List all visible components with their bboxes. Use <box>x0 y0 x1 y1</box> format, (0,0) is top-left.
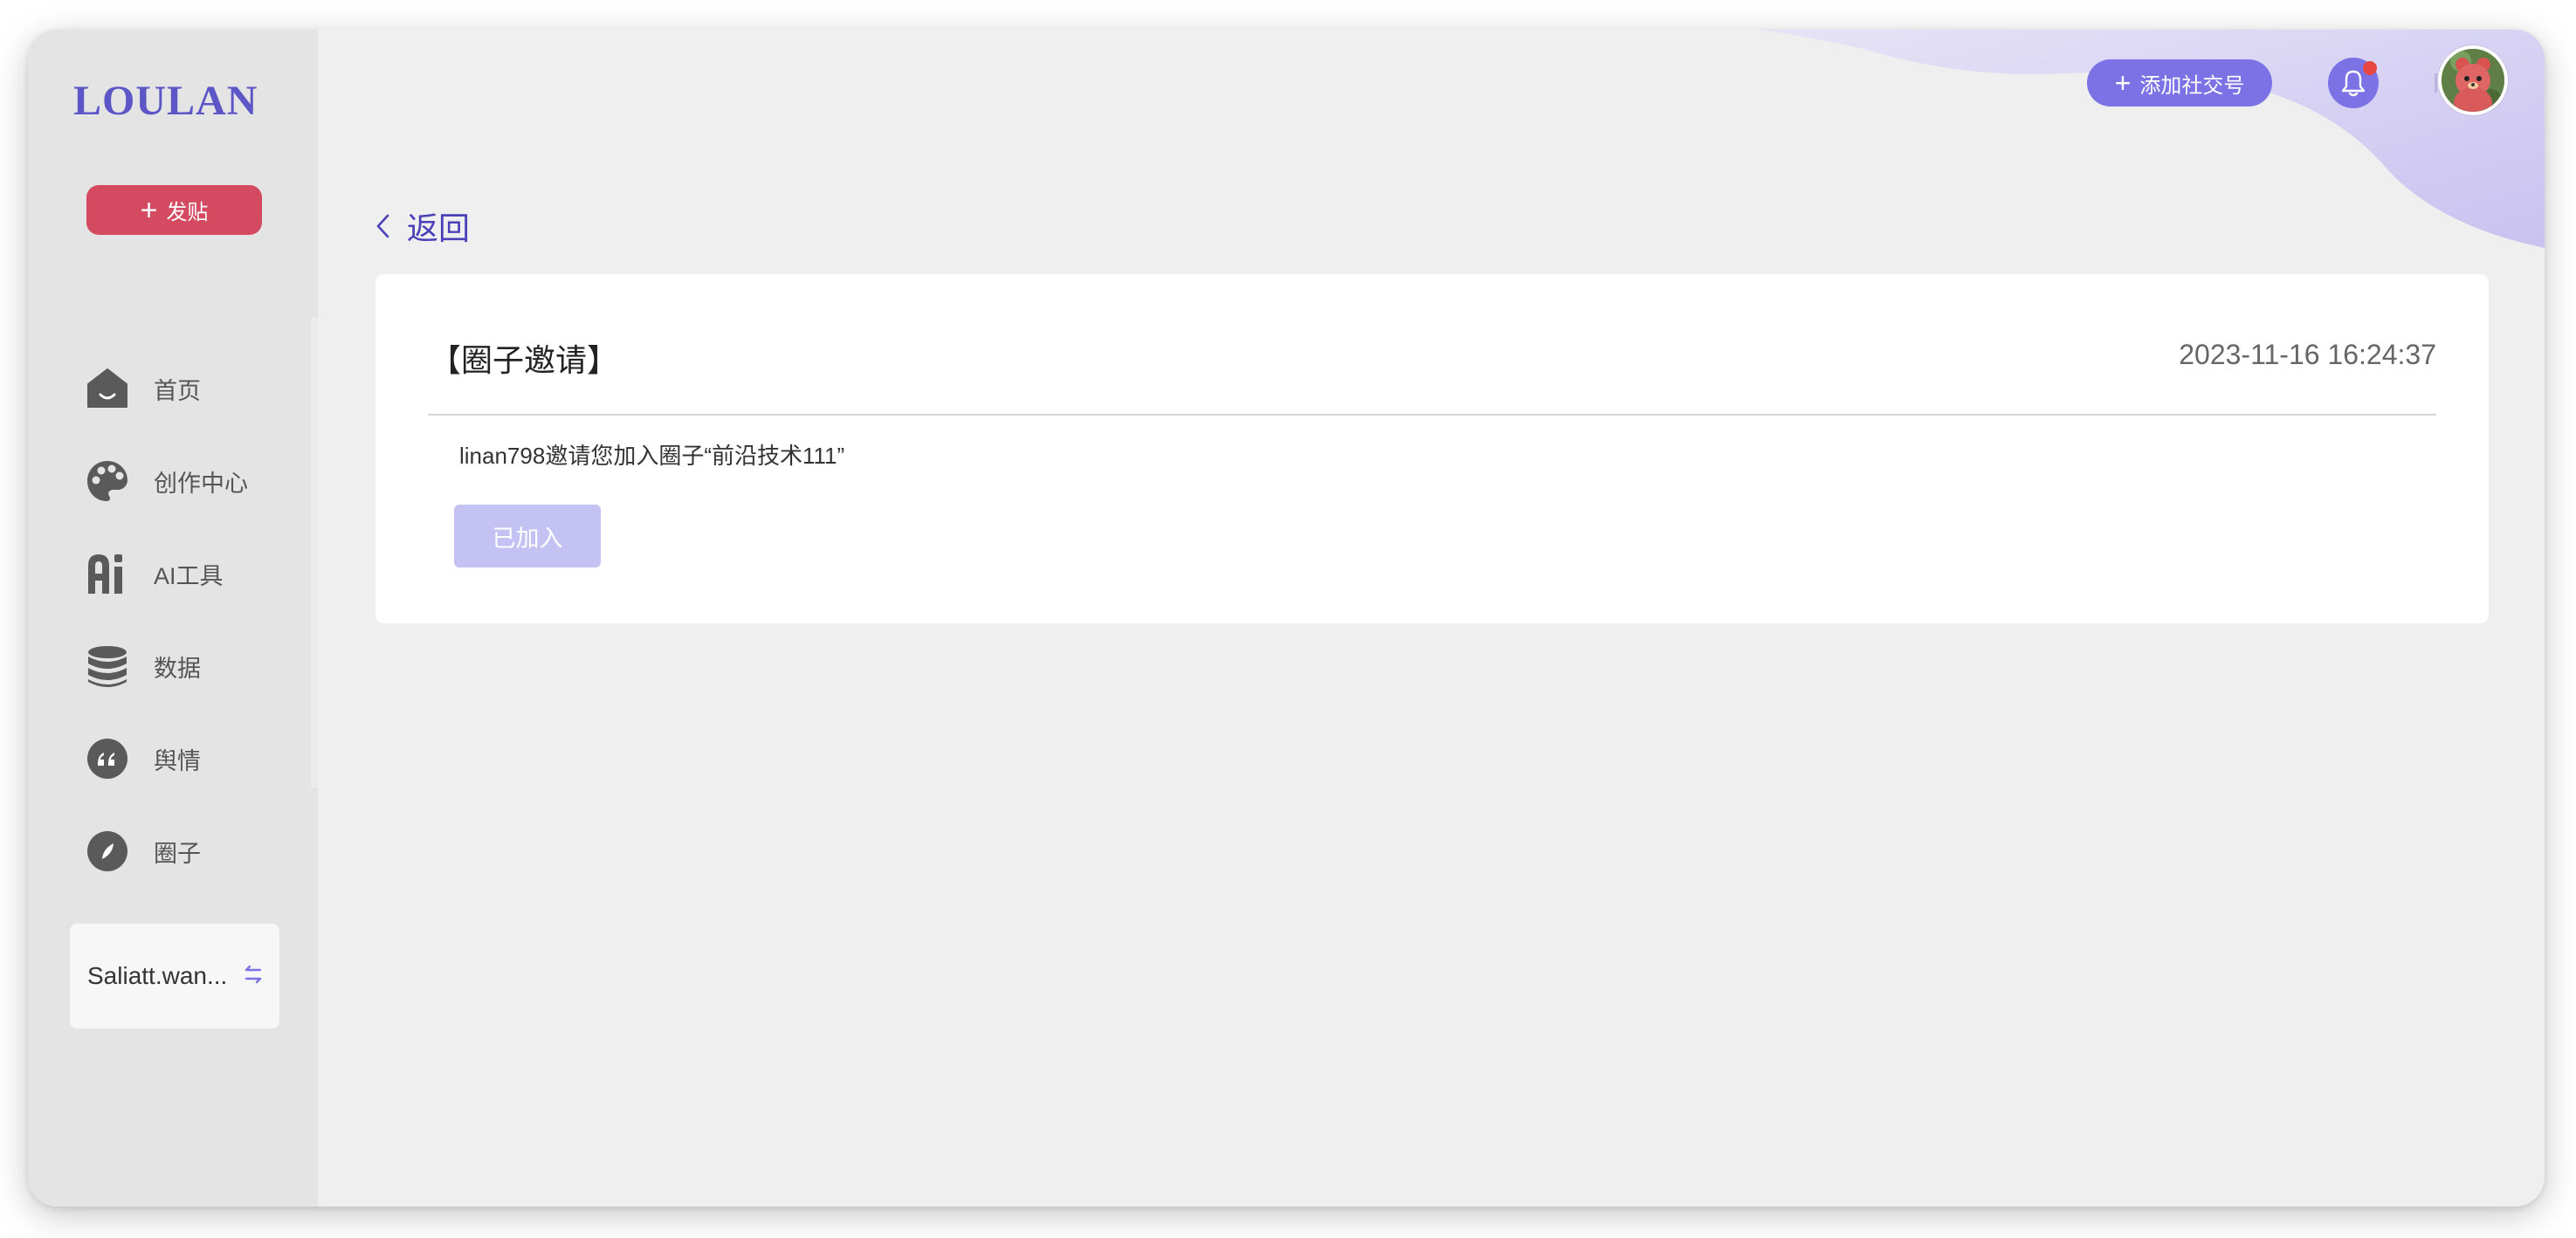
account-switcher[interactable]: Saliatt.wan... <box>70 924 279 1028</box>
plus-icon: + <box>2114 67 2132 99</box>
sidebar: LOULAN + 发贴 首页 创作中心 AI工具 数据 舆情 圈子 Saliat… <box>28 30 318 1207</box>
sidebar-item-circle[interactable]: 圈子 <box>86 825 286 877</box>
palette-icon <box>86 459 129 503</box>
header-divider <box>2435 73 2437 93</box>
sidebar-item-creation[interactable]: 创作中心 <box>86 455 286 507</box>
sidebar-item-data[interactable]: 数据 <box>86 640 286 692</box>
chevron-left-icon <box>376 214 389 238</box>
logo[interactable]: LOULAN <box>73 75 274 127</box>
sidebar-item-label: 数据 <box>154 655 201 682</box>
quote-icon <box>86 737 129 781</box>
sidebar-item-label: 圈子 <box>154 840 201 867</box>
notice-message: linan798邀请您加入圈子“前沿技术111” <box>459 443 845 469</box>
avatar[interactable] <box>2438 45 2508 115</box>
main-content: + 添加社交号 返回 【圈子邀请】 2023-11-16 16:24:37 li… <box>318 30 2545 1207</box>
add-social-account-label: 添加社交号 <box>2139 73 2245 98</box>
compass-icon <box>86 829 129 873</box>
post-button-label: 发贴 <box>166 201 209 224</box>
notification-button[interactable] <box>2328 58 2379 108</box>
notification-badge <box>2363 61 2377 75</box>
notice-title: 【圈子邀请】 <box>430 342 619 378</box>
card-divider <box>428 414 2436 416</box>
back-link[interactable]: 返回 <box>375 204 470 248</box>
ai-icon <box>86 552 129 595</box>
notification-card: 【圈子邀请】 2023-11-16 16:24:37 linan798邀请您加入… <box>375 274 2489 623</box>
sidebar-item-label: AI工具 <box>154 562 224 589</box>
database-icon <box>86 644 129 688</box>
sidebar-item-label: 舆情 <box>154 747 201 774</box>
swap-icon[interactable] <box>243 965 264 988</box>
back-label: 返回 <box>407 210 471 246</box>
sidebar-item-opinion[interactable]: 舆情 <box>86 732 286 785</box>
joined-button[interactable]: 已加入 <box>454 505 601 567</box>
sidebar-item-label: 首页 <box>154 377 201 404</box>
app-window: LOULAN + 发贴 首页 创作中心 AI工具 数据 舆情 圈子 Saliat… <box>28 30 2545 1207</box>
account-name: Saliatt.wan... <box>87 962 228 989</box>
home-icon <box>86 367 129 410</box>
sidebar-item-ai-tools[interactable]: AI工具 <box>86 547 286 600</box>
post-button[interactable]: + 发贴 <box>86 185 262 235</box>
plus-icon: + <box>140 193 158 227</box>
notice-timestamp: 2023-11-16 16:24:37 <box>2179 339 2436 370</box>
bell-icon <box>2341 70 2366 97</box>
sidebar-item-home[interactable]: 首页 <box>86 362 286 415</box>
sidebar-scrollbar[interactable] <box>311 318 318 788</box>
add-social-account-button[interactable]: + 添加社交号 <box>2087 59 2272 107</box>
sidebar-item-label: 创作中心 <box>154 470 248 497</box>
